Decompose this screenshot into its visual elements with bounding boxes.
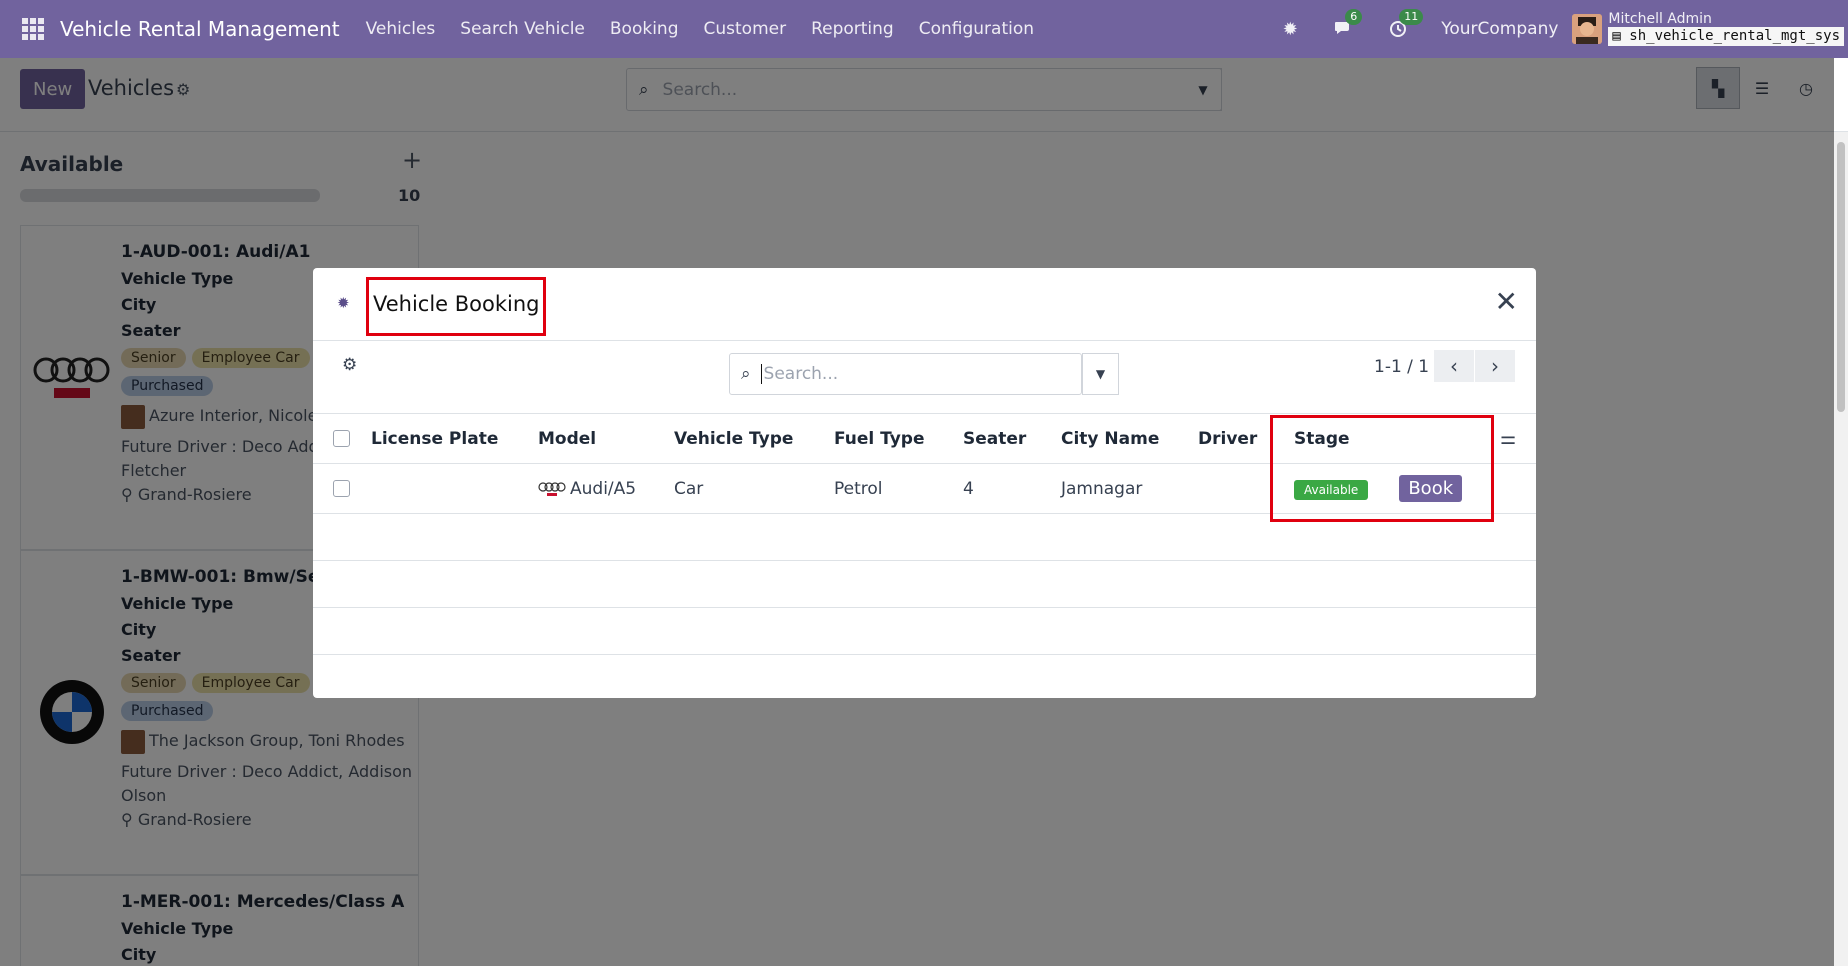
menu-reporting[interactable]: Reporting (811, 19, 894, 39)
app-brand[interactable]: Vehicle Rental Management (60, 17, 340, 41)
search-icon: ⌕ (741, 364, 751, 384)
apps-menu-icon[interactable] (22, 18, 44, 40)
debug-bug-icon[interactable]: ✹ (337, 294, 350, 312)
sliders-icon[interactable]: ⚌ (1500, 428, 1516, 449)
empty-row (313, 560, 1536, 608)
optional-columns-header: ⚌ (1500, 413, 1536, 464)
messages-icon[interactable]: 6 (1333, 9, 1363, 40)
scrollbar[interactable] (1834, 132, 1848, 966)
row-select-cell (313, 463, 371, 514)
cell-model[interactable]: Audi/A5 (538, 463, 674, 514)
row-end-cell (1500, 463, 1536, 514)
pager-value[interactable]: 1-1 / 1 (1374, 357, 1429, 377)
dialog-header: ✹ Vehicle Booking ✕ (313, 268, 1536, 341)
col-license-plate[interactable]: License Plate (371, 413, 538, 464)
dialog-title: Vehicle Booking (373, 292, 540, 316)
messages-count-badge: 6 (1345, 9, 1363, 25)
activities-clock-icon[interactable]: 11 (1387, 9, 1424, 40)
menu-customer[interactable]: Customer (704, 19, 787, 39)
main-menu: Vehicles Search Vehicle Booking Customer… (366, 19, 1059, 39)
booking-list-table: License Plate Model Vehicle Type Fuel Ty… (313, 413, 1536, 655)
cell-vehicle-type[interactable]: Car (674, 463, 834, 514)
col-seater[interactable]: Seater (963, 413, 1061, 464)
gear-icon[interactable]: ⚙ (342, 355, 357, 375)
row-checkbox[interactable] (333, 480, 350, 497)
cell-stage: Available Book (1294, 463, 1500, 514)
search-placeholder: Search... (763, 364, 839, 384)
audi-logo (538, 481, 566, 496)
cell-seater[interactable]: 4 (963, 463, 1061, 514)
cell-fuel-type[interactable]: Petrol (834, 463, 963, 514)
cell-license-plate[interactable] (371, 463, 538, 514)
col-model[interactable]: Model (538, 413, 674, 464)
table-header-row: License Plate Model Vehicle Type Fuel Ty… (313, 413, 1536, 464)
col-fuel-type[interactable]: Fuel Type (834, 413, 963, 464)
menu-booking[interactable]: Booking (610, 19, 679, 39)
search-input[interactable]: ⌕ Search... (729, 353, 1082, 395)
cell-driver[interactable] (1198, 463, 1294, 514)
company-switcher[interactable]: YourCompany (1441, 19, 1558, 39)
col-stage[interactable]: Stage (1294, 413, 1500, 464)
status-badge: Available (1294, 480, 1369, 500)
user-menu[interactable]: Mitchell Admin ▤ sh_vehicle_rental_mgt_s… (1608, 12, 1844, 46)
database-name-text: sh_vehicle_rental_mgt_sys (1629, 28, 1840, 44)
cell-city-name[interactable]: Jamnagar (1061, 463, 1198, 514)
search-options-toggle[interactable]: ▼ (1082, 353, 1119, 395)
database-name: ▤ sh_vehicle_rental_mgt_sys (1608, 27, 1844, 46)
vehicle-booking-dialog: ✹ Vehicle Booking ✕ ⚙ ⌕ Search... ▼ 1-1 … (313, 268, 1536, 698)
book-button[interactable]: Book (1399, 475, 1463, 502)
text-caret (760, 364, 762, 384)
debug-bug-icon[interactable]: ✹ (1279, 18, 1301, 40)
model-text: Audi/A5 (570, 478, 637, 499)
user-avatar[interactable] (1572, 14, 1603, 44)
col-vehicle-type[interactable]: Vehicle Type (674, 413, 834, 464)
select-all-checkbox[interactable] (333, 430, 350, 447)
empty-row (313, 513, 1536, 561)
navbar-systray: ✹ 6 11 YourCompany Mitchell Admin ▤ sh_v… (1279, 0, 1848, 58)
user-name: Mitchell Admin (1608, 11, 1712, 27)
select-all-header (313, 413, 371, 464)
menu-vehicles[interactable]: Vehicles (366, 19, 436, 39)
empty-row (313, 607, 1536, 655)
col-driver[interactable]: Driver (1198, 413, 1294, 464)
scrollbar-thumb[interactable] (1837, 142, 1845, 412)
activities-count-badge: 11 (1399, 9, 1424, 25)
chevron-left-icon[interactable]: ‹ (1434, 350, 1474, 382)
col-city-name[interactable]: City Name (1061, 413, 1198, 464)
menu-search-vehicle[interactable]: Search Vehicle (460, 19, 585, 39)
table-row[interactable]: Audi/A5 Car Petrol 4 Jamnagar Available B… (313, 463, 1536, 514)
menu-configuration[interactable]: Configuration (919, 19, 1034, 39)
close-icon[interactable]: ✕ (1495, 288, 1518, 316)
chevron-right-icon[interactable]: › (1475, 350, 1515, 382)
top-navbar: Vehicle Rental Management Vehicles Searc… (0, 0, 1848, 58)
